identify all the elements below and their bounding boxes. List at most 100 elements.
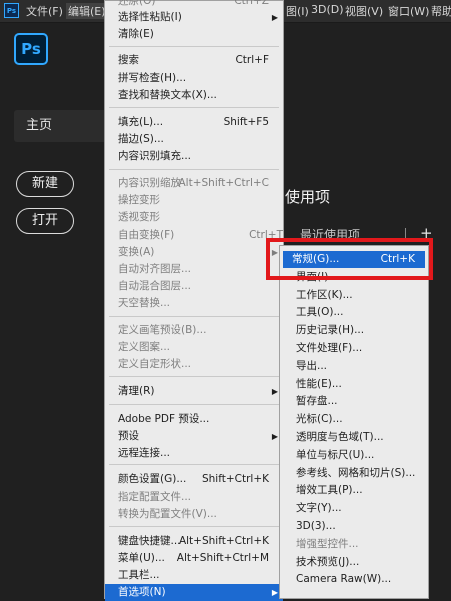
edit-menu-item[interactable]: 远程连接... (105, 445, 283, 462)
preferences-menu-item[interactable]: 3D(3)... (280, 518, 428, 535)
photoshop-app-icon: Ps (4, 3, 19, 18)
menu-separator (109, 169, 279, 170)
edit-menu-item[interactable]: 键盘快捷键... Alt+Shift+Ctrl+K (105, 533, 283, 550)
menu-view[interactable]: 视图(V) (345, 3, 383, 19)
menu-item-label: 变换(A) (118, 246, 155, 258)
menu-item-shortcut: Alt+Shift+Ctrl+C (178, 177, 270, 189)
edit-menu-item: 操控变形 (105, 192, 283, 209)
menu-file[interactable]: 文件(F) (26, 3, 63, 19)
menu-item-label: 技术预览(J)... (296, 555, 360, 568)
menu-item-label: 工具栏... (118, 569, 160, 581)
edit-menu-item[interactable]: 搜索 Ctrl+F (105, 52, 283, 69)
menu-separator (109, 464, 279, 465)
submenu-arrow-icon: ▶ (271, 588, 278, 597)
edit-menu-item[interactable]: 颜色设置(G)... Shift+Ctrl+K (105, 471, 283, 488)
photoshop-logo: Ps (14, 33, 48, 65)
preferences-menu-item[interactable]: 性能(E)... (280, 376, 428, 393)
edit-menu-item[interactable]: 描边(S)... (105, 131, 283, 148)
edit-menu-item[interactable]: 菜单(U)... Alt+Shift+Ctrl+M (105, 550, 283, 567)
menu-item-label: 预设 (118, 430, 139, 442)
edit-menu-item: 定义自定形状... (105, 356, 283, 373)
preferences-menu-item[interactable]: 文字(Y)... (280, 500, 428, 517)
submenu-arrow-icon: ▶ (271, 387, 278, 396)
edit-menu-item: 变换(A) ▶ (105, 244, 283, 261)
menu-separator (109, 46, 279, 47)
submenu-arrow-icon: ▶ (271, 13, 278, 22)
preferences-menu-item[interactable]: 历史记录(H)... (280, 322, 428, 339)
highlight-annotation (266, 238, 433, 280)
preferences-menu-item[interactable]: 技术预览(J)... (280, 554, 428, 571)
menu-item-label: 定义画笔预设(B)... (118, 324, 207, 336)
menu-image[interactable]: 图(I) (286, 3, 309, 19)
menu-item-shortcut: Ctrl+F (235, 54, 269, 66)
menu-item-label: 性能(E)... (296, 377, 342, 390)
preferences-submenu: 常规(G)... Ctrl+K 界面(I)... 工作区(K)... 工具(O)... 历… (279, 245, 429, 599)
preferences-menu-item[interactable]: 单位与标尺(U)... (280, 447, 428, 464)
menu-item-shortcut: Shift+Ctrl+K (201, 473, 269, 485)
preferences-menu-item: 增强型控件... (280, 536, 428, 553)
menu-item-label: 导出... (296, 359, 328, 372)
menu-item-label: 自动对齐图层... (118, 263, 192, 275)
preferences-menu-item[interactable]: 透明度与色域(T)... (280, 429, 428, 446)
menu-item-label: 查找和替换文本(X)... (118, 89, 217, 101)
edit-menu-item[interactable]: 清除(E) (105, 26, 283, 43)
preferences-menu-item[interactable]: 光标(C)... (280, 411, 428, 428)
submenu-arrow-icon: ▶ (271, 432, 278, 441)
menu-item-label: 清除(E) (118, 28, 154, 40)
edit-menu-item[interactable]: 清理(R) ▶ (105, 383, 283, 400)
edit-menu-item: 自动混合图层... (105, 278, 283, 295)
menu-item-label: 天空替换... (118, 297, 171, 309)
menu-item-shortcut: Alt+Shift+Ctrl+M (176, 552, 269, 564)
edit-menu-item[interactable]: 选择性粘贴(I) ▶ (105, 9, 283, 26)
menu-help[interactable]: 帮助 (431, 3, 451, 19)
edit-menu-item[interactable]: 内容识别填充... (105, 148, 283, 165)
edit-menu-item[interactable]: 首选项(N) ▶ (105, 584, 283, 601)
recent-section-title: 使用项 (285, 188, 331, 206)
menu-item-label: 指定配置文件... (118, 491, 192, 503)
menu-item-shortcut: Alt+Shift+Ctrl+K (178, 535, 269, 547)
menu-item-label: 描边(S)... (118, 133, 164, 145)
preferences-menu-item[interactable]: 工作区(K)... (280, 287, 428, 304)
preferences-menu-item[interactable]: 增效工具(P)... (280, 482, 428, 499)
edit-menu-item: 指定配置文件... (105, 489, 283, 506)
preferences-menu-item[interactable]: 工具(O)... (280, 304, 428, 321)
menu-item-label: 填充(L)... (118, 116, 164, 128)
menu-item-label: 转换为配置文件(V)... (118, 508, 217, 520)
edit-menu-item: 定义画笔预设(B)... (105, 322, 283, 339)
preferences-menu-item[interactable]: 导出... (280, 358, 428, 375)
edit-menu-item[interactable]: 拼写检查(H)... (105, 70, 283, 87)
preferences-menu-item[interactable]: 暂存盘... (280, 393, 428, 410)
open-button[interactable]: 打开 (16, 208, 74, 234)
edit-menu-item: 天空替换... (105, 295, 283, 312)
menu-item-label: 自动混合图层... (118, 280, 192, 292)
edit-menu-item: 透视变形 (105, 209, 283, 226)
menu-item-label: 拼写检查(H)... (118, 72, 187, 84)
edit-menu-item[interactable]: 查找和替换文本(X)... (105, 87, 283, 104)
new-button[interactable]: 新建 (16, 171, 74, 197)
menu-item-label: 暂存盘... (296, 395, 338, 408)
menu-item-label: 搜索 (118, 54, 139, 66)
menu-item-label: 首选项(N) (118, 586, 166, 598)
edit-menu-item: 转换为配置文件(V)... (105, 506, 283, 523)
menu-item-label: 菜单(U)... (118, 552, 165, 564)
menu-edit[interactable]: 编辑(E) (66, 3, 108, 19)
menu-item-label: 自由变换(F) (118, 229, 175, 241)
menu-item-label: 定义自定形状... (118, 358, 192, 370)
menu-separator (109, 376, 279, 377)
preferences-menu-item[interactable]: Camera Raw(W)... (280, 571, 428, 588)
menu-window[interactable]: 窗口(W) (388, 3, 429, 19)
edit-menu-item[interactable]: Adobe PDF 预设... (105, 411, 283, 428)
menu-separator (109, 404, 279, 405)
preferences-menu-item[interactable]: 文件处理(F)... (280, 340, 428, 357)
edit-menu-item[interactable]: 工具栏... (105, 567, 283, 584)
menu-item-label: 3D(3)... (296, 520, 336, 532)
edit-menu-item[interactable]: 填充(L)... Shift+F5 (105, 114, 283, 131)
menu-item-label: 光标(C)... (296, 413, 343, 426)
edit-menu-item: 自由变换(F) Ctrl+T (105, 227, 283, 244)
nav-home[interactable]: 主页 (14, 110, 110, 142)
preferences-menu-item[interactable]: 参考线、网格和切片(S)... (280, 465, 428, 482)
menu-3d[interactable]: 3D(D) (311, 3, 344, 16)
menu-item-label: 文字(Y)... (296, 502, 342, 515)
edit-menu-item[interactable]: 预设 ▶ (105, 428, 283, 445)
menu-item-label: 透明度与色域(T)... (296, 431, 384, 443)
